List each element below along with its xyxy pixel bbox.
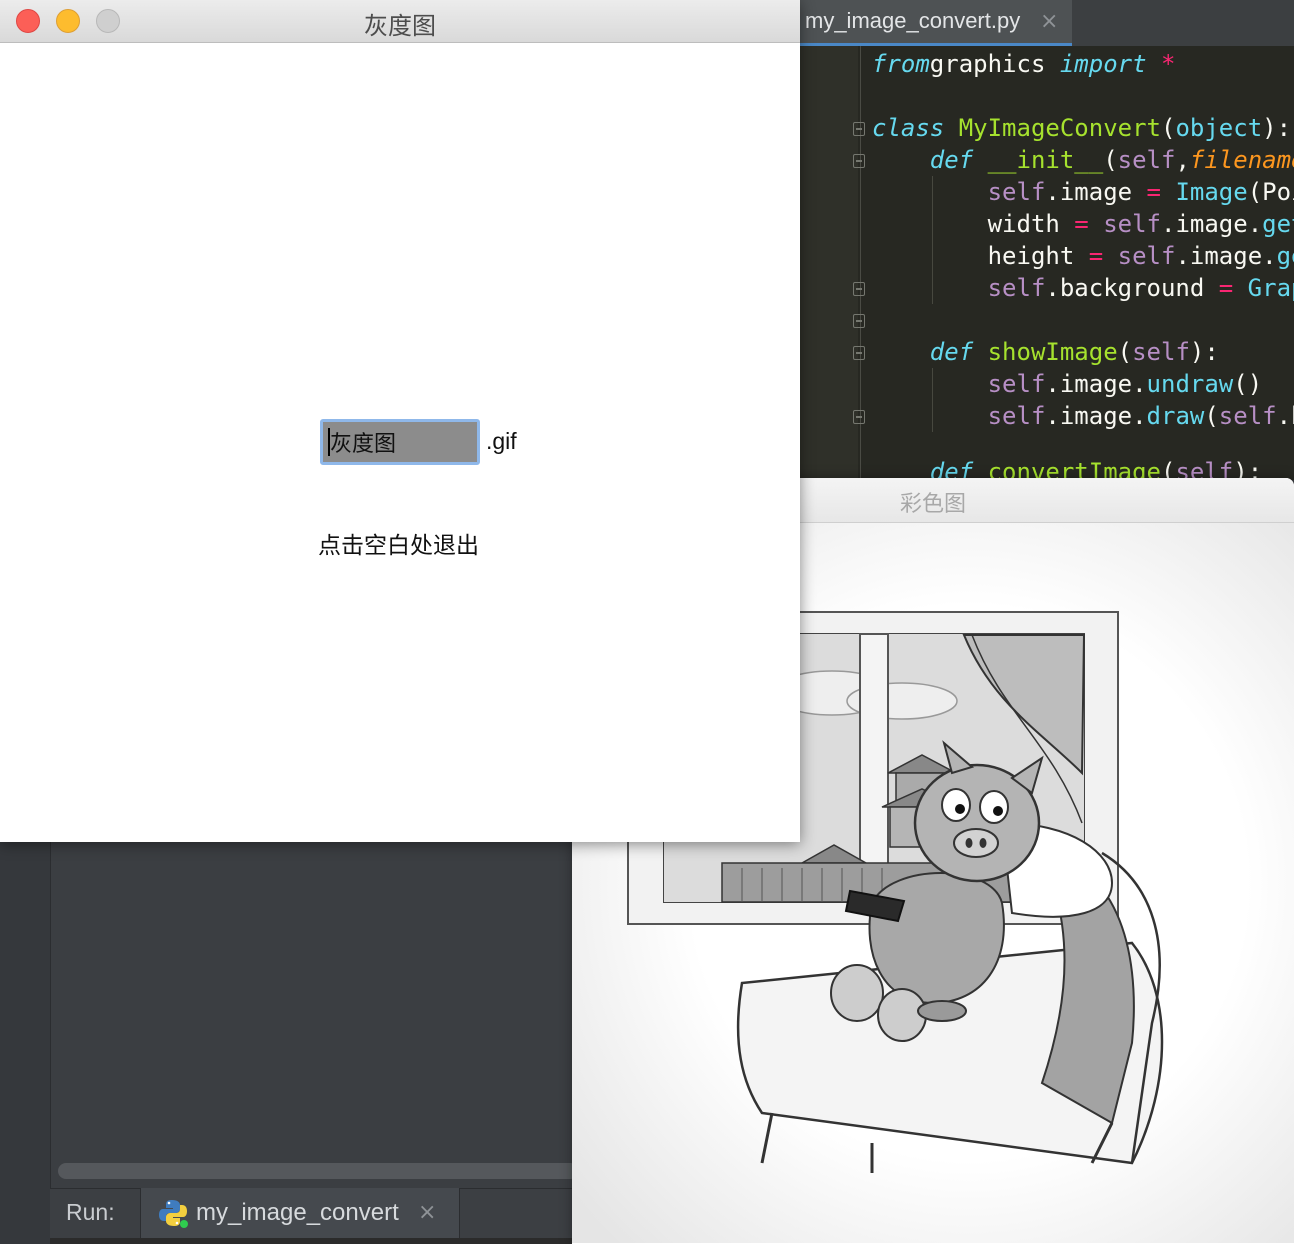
code-token: ( [1204,402,1219,430]
code-token: ( [1103,146,1118,174]
run-label: Run: [66,1199,115,1225]
close-icon[interactable]: × [418,1200,436,1225]
code-token: .image. [1045,402,1147,430]
code-token: graphics [929,50,1060,78]
code-token: .image. [1175,242,1277,270]
fold-icon[interactable] [853,346,865,360]
code-token: (Poi [1247,178,1294,206]
code-line[interactable]: def __init__(self,filename [872,144,1294,176]
code-token: import [1059,50,1147,78]
code-token: = [1074,210,1089,238]
code-token: from [872,50,930,78]
code-token: self [1132,338,1190,366]
fold-icon[interactable] [853,410,865,424]
editor-tab-label: my_image_convert.py [805,8,1021,33]
grayscale-window: 灰度图 .gif 点击空白处退出 [0,0,800,842]
code-token: object [1175,114,1263,142]
code-token: ( [1117,338,1133,366]
code-token: getW [1262,210,1294,238]
code-token: get [1276,242,1294,270]
editor-gutter [800,46,858,480]
code-token: filename [1189,146,1294,174]
code-token: .background [1045,274,1219,302]
code-token: ): [1189,338,1219,366]
gray-window-title: 灰度图 [364,12,436,40]
code-token: self [1175,458,1234,480]
code-token: __init__ [973,146,1104,174]
ide-left-gutter [0,842,51,1244]
code-token: () [1233,370,1263,398]
run-output-console [50,1238,580,1244]
code-token: self [1103,242,1176,270]
code-token: convertImage [973,458,1161,480]
code-token: self [872,370,1046,398]
code-token: undraw [1146,370,1234,398]
close-icon[interactable]: × [1040,9,1058,34]
code-token: def [872,146,974,174]
code-token: ( [1161,458,1176,480]
code-token: self [1218,402,1277,430]
code-line[interactable]: fromgraphics import * [872,48,1175,80]
code-token: class [872,114,945,142]
code-token: Image [1161,178,1248,206]
code-token: draw [1146,402,1205,430]
code-line[interactable]: def convertImage(self): [872,456,1262,480]
code-token: self [1117,146,1176,174]
code-token: ): [1262,114,1292,142]
code-token: ( [1161,114,1176,142]
code-line[interactable]: height = self.image.get [872,240,1294,272]
code-token: height [872,242,1089,270]
filename-input[interactable] [326,425,474,459]
code-line[interactable]: self.image.undraw() [872,368,1263,400]
code-editor[interactable]: fromgraphics import * class MyImageConver… [800,46,1294,480]
code-token: = [1088,242,1104,270]
fold-icon[interactable] [853,154,865,168]
code-line[interactable]: self.background = Graph [872,272,1294,304]
code-token: = [1146,178,1161,206]
text-caret [328,428,330,456]
code-token: self [872,178,1046,206]
code-token: self [1088,210,1161,238]
code-line[interactable]: def showImage(self): [872,336,1219,368]
code-token: MyImageConvert [944,114,1161,142]
code-line[interactable]: class MyImageConvert(object): [872,112,1291,144]
code-token: self [872,274,1046,302]
code-token: .b [1276,402,1294,430]
code-token: def [872,458,974,480]
code-token: .image. [1045,370,1147,398]
code-token: ): [1233,458,1263,480]
fold-icon[interactable] [853,122,865,136]
fold-icon[interactable] [853,314,865,328]
exit-hint-text: 点击空白处退出 [318,533,479,559]
code-token: def [872,338,974,366]
code-token: .image. [1161,210,1263,238]
code-token: self [872,402,1046,430]
code-token: = [1218,274,1234,302]
code-line[interactable]: self.image = Image(Poi [872,176,1294,208]
code-line[interactable]: self.image.draw(self.b [872,400,1294,432]
code-line[interactable]: width = self.image.getW [872,208,1294,240]
code-token: , [1175,146,1190,174]
python-icon [159,1200,188,1228]
horizontal-scrollbar[interactable] [58,1163,578,1179]
run-tab-label: my_image_convert [196,1199,399,1226]
code-token: width [872,210,1075,238]
code-token: Graph [1247,274,1294,302]
fold-icon[interactable] [853,282,865,296]
code-token: .image [1045,178,1147,206]
code-token: * [1146,50,1176,78]
code-token: showImage [973,338,1118,366]
file-extension-label: .gif [486,428,517,454]
